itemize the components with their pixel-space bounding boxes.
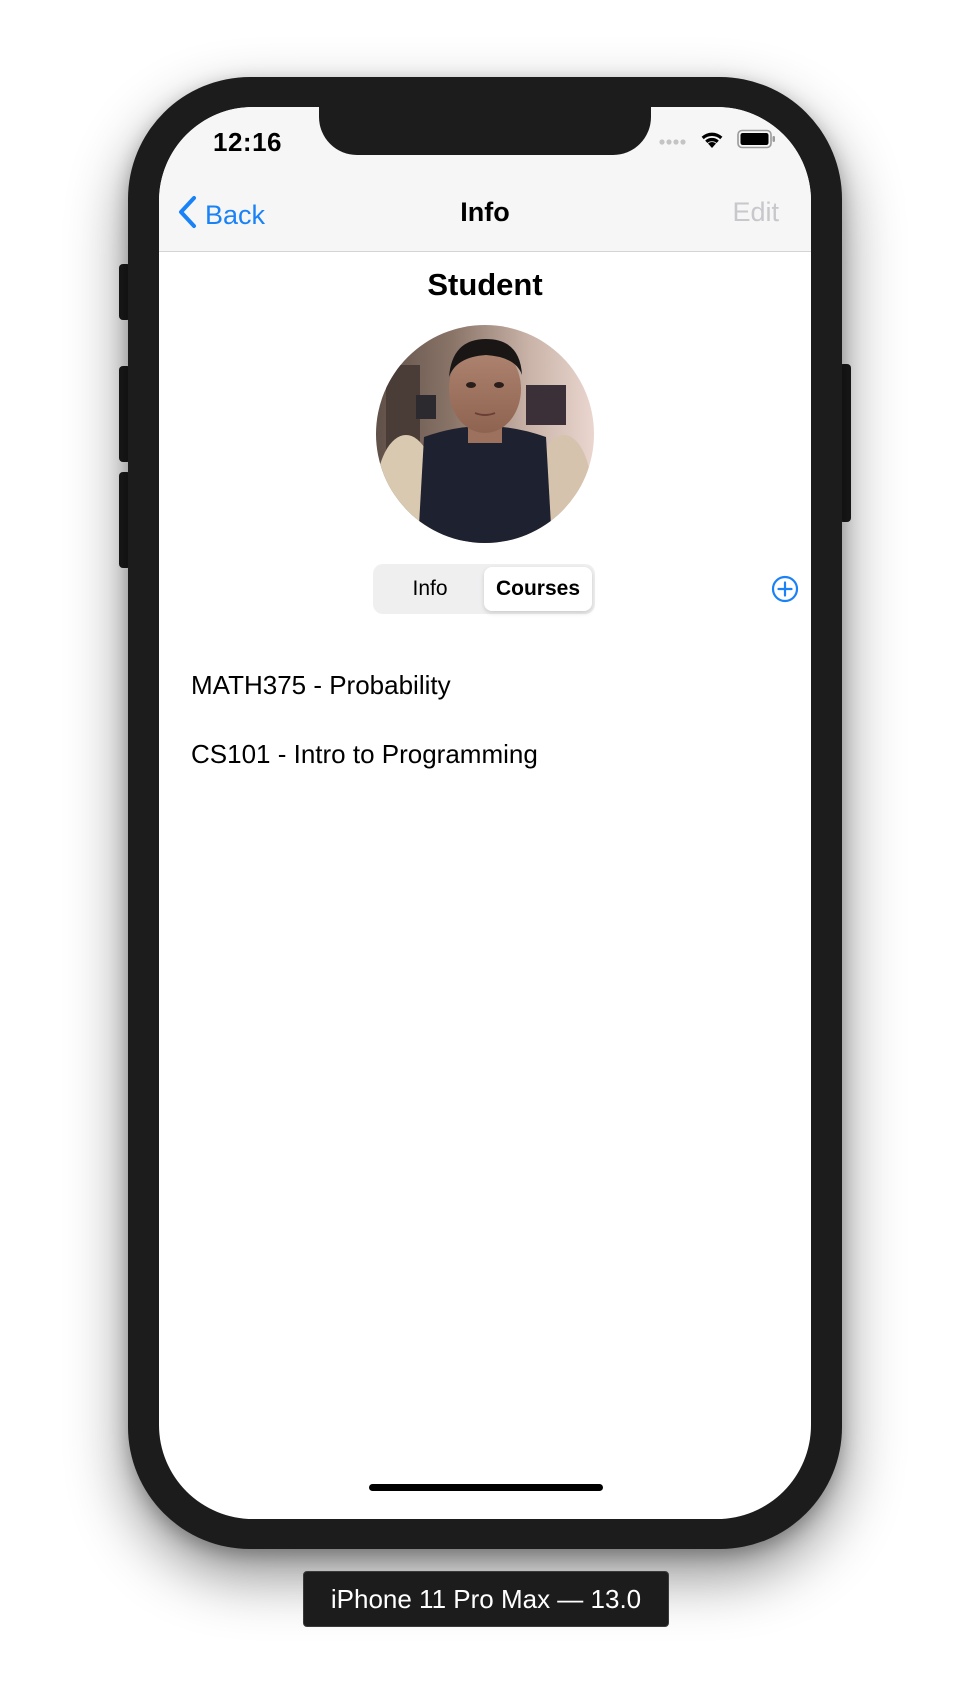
status-time: 12:16 — [213, 127, 282, 157]
phone-screen: 12:16 Back Info Edit Student Info Course… — [159, 107, 811, 1519]
navigation-bar: Back Info Edit — [159, 177, 811, 252]
segment-courses[interactable]: Courses — [484, 567, 592, 611]
page-heading: Student — [427, 267, 543, 302]
add-course-button[interactable] — [771, 575, 799, 603]
notch — [319, 107, 651, 155]
list-item[interactable]: MATH375 - Probability — [191, 667, 538, 736]
course-list: MATH375 - Probability CS101 - Intro to P… — [191, 667, 538, 805]
edit-button[interactable]: Edit — [732, 197, 779, 228]
nav-title: Info — [460, 197, 510, 227]
battery-icon — [737, 129, 777, 154]
simulator-window: 12:16 Back Info Edit Student Info Course… — [0, 0, 970, 1700]
segmented-control: Info Courses — [373, 564, 595, 614]
segment-info[interactable]: Info — [376, 567, 484, 611]
wifi-icon — [699, 129, 725, 154]
status-icons — [659, 129, 777, 154]
list-item[interactable]: CS101 - Intro to Programming — [191, 736, 538, 805]
student-photo — [376, 325, 594, 543]
device-label: iPhone 11 Pro Max — 13.0 — [303, 1571, 669, 1627]
cellular-signal-icon — [659, 133, 687, 151]
plus-circle-icon — [771, 575, 799, 607]
home-indicator[interactable] — [369, 1484, 603, 1491]
